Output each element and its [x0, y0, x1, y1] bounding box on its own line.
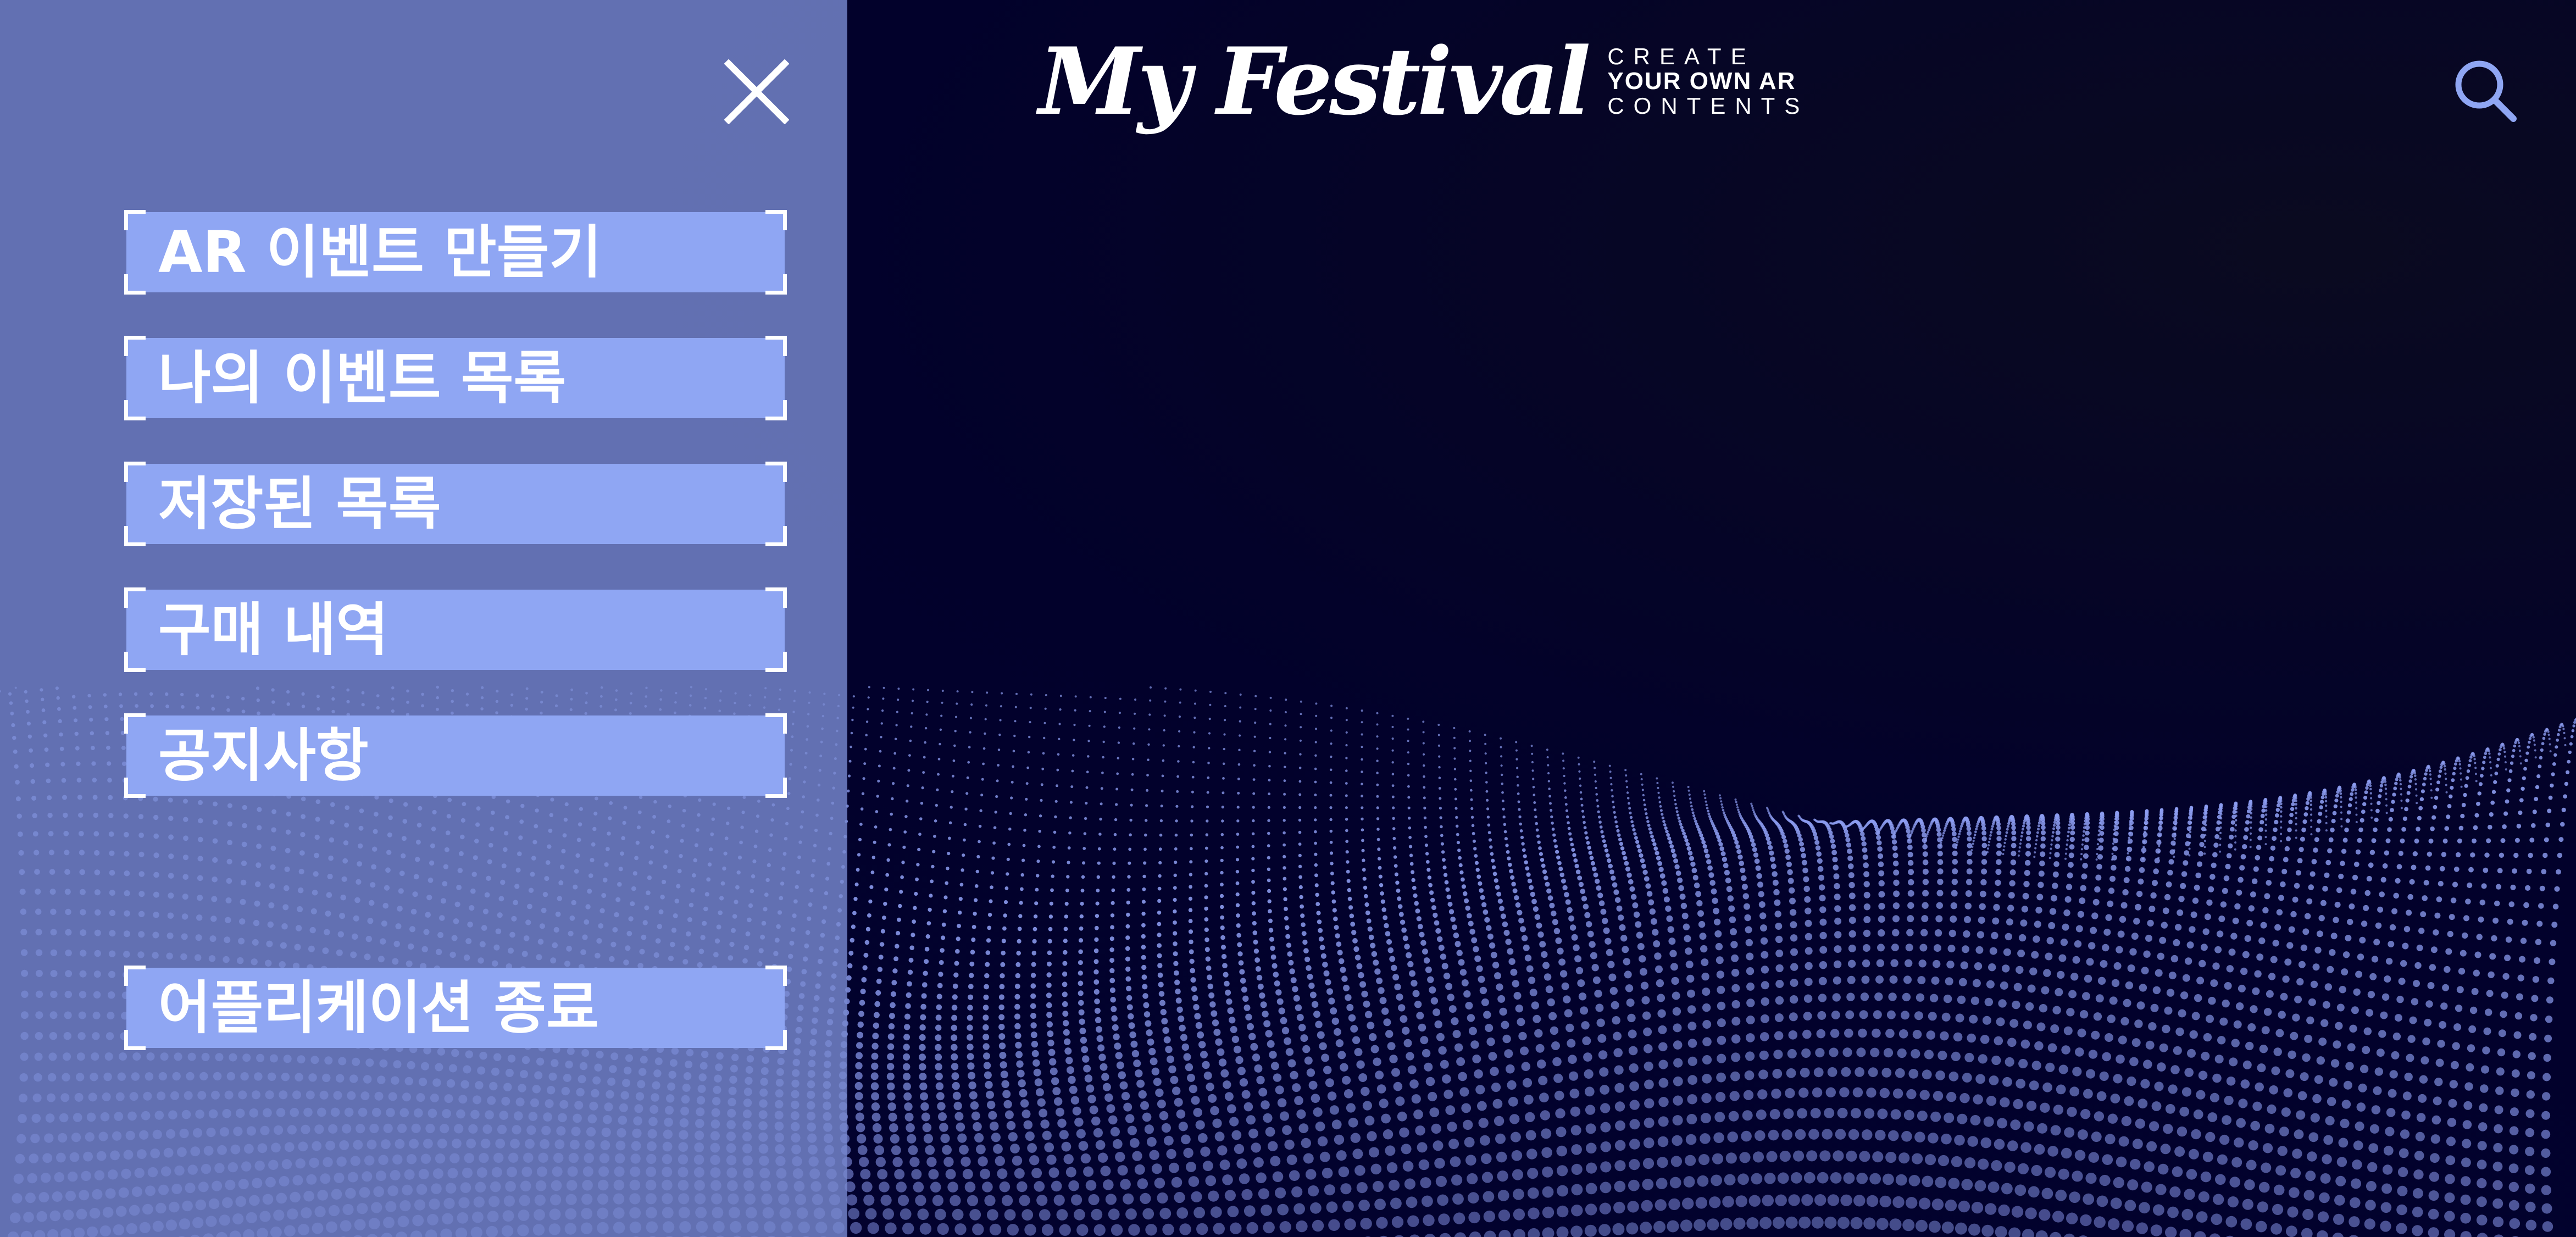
menu-item-purchase-history[interactable]: 구매 내역: [124, 587, 787, 672]
menu-item-label: AR 이벤트 만들기: [158, 219, 602, 286]
bracket-corner: [124, 400, 146, 420]
side-menu-panel: AR 이벤트 만들기 나의 이벤트 목록 저장된 목록 구매 내역 공지사항 어…: [0, 0, 847, 1237]
bracket-corner: [765, 336, 787, 356]
logo-tagline-line-1: CREATE: [1607, 43, 1756, 69]
bracket-corner: [765, 210, 787, 230]
bracket-corner: [124, 210, 146, 230]
bracket-corner: [124, 526, 146, 546]
bracket-corner: [765, 1030, 787, 1050]
search-icon: [2455, 60, 2517, 122]
bracket-corner: [765, 526, 787, 546]
menu-item-create-ar-event[interactable]: AR 이벤트 만들기: [124, 210, 787, 295]
bracket-corner: [124, 652, 146, 672]
menu-item-my-events[interactable]: 나의 이벤트 목록: [124, 336, 787, 420]
menu-item-label: 나의 이벤트 목록: [158, 345, 567, 412]
logo-tagline-line-3: CONTENTS: [1607, 93, 1809, 119]
bracket-corner: [765, 462, 787, 482]
logo-tagline-line-2: YOUR OWN AR: [1607, 67, 1796, 95]
close-menu-button[interactable]: [724, 59, 790, 125]
bracket-corner: [124, 713, 146, 734]
logo-tagline: CREATE YOUR OWN AR CONTENTS: [1607, 43, 1809, 119]
menu-item-label: 저장된 목록: [158, 470, 441, 537]
bracket-corner: [124, 462, 146, 482]
app-screen: My Festival CREATE YOUR OWN AR CONTENTS: [0, 0, 2576, 1237]
bracket-corner: [765, 778, 787, 798]
bracket-corner: [765, 713, 787, 734]
bracket-corner: [124, 336, 146, 356]
menu-item-label: 어플리케이션 종료: [158, 974, 599, 1041]
bracket-corner: [765, 587, 787, 608]
bracket-corner: [765, 400, 787, 420]
bracket-corner: [124, 966, 146, 986]
logo-wordmark: My Festival: [1039, 27, 1591, 136]
search-button[interactable]: [2452, 57, 2518, 123]
menu-item-saved-list[interactable]: 저장된 목록: [124, 462, 787, 546]
bracket-corner: [124, 274, 146, 295]
bracket-corner: [124, 1030, 146, 1050]
bracket-corner: [124, 778, 146, 798]
menu-item-label: 공지사항: [158, 722, 369, 789]
menu-item-label: 구매 내역: [158, 596, 388, 663]
bracket-corner: [765, 966, 787, 986]
app-logo: My Festival CREATE YOUR OWN AR CONTENTS: [1039, 32, 1809, 131]
bracket-corner: [124, 587, 146, 608]
menu-item-notices[interactable]: 공지사항: [124, 713, 787, 798]
menu-item-exit-app[interactable]: 어플리케이션 종료: [124, 966, 787, 1050]
close-icon: [724, 59, 790, 125]
bracket-corner: [765, 274, 787, 295]
bracket-corner: [765, 652, 787, 672]
